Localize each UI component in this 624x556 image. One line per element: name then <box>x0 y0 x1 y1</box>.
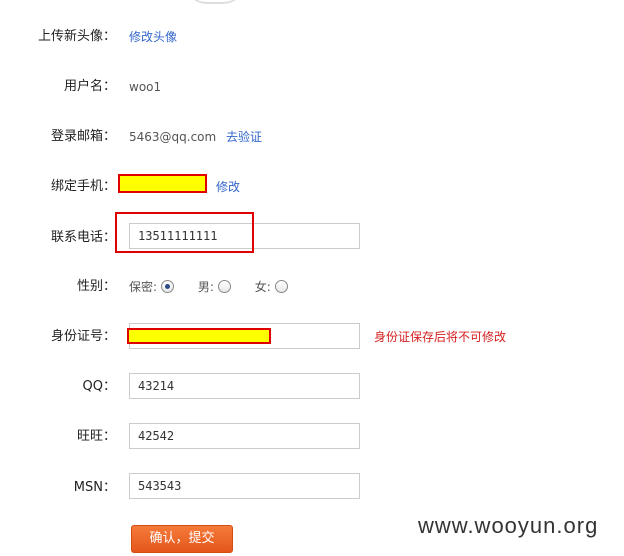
username-label: 用户名： <box>63 79 116 94</box>
gender-row: 性别： 保密: 男: 女: <box>0 277 624 297</box>
radio-selected-icon[interactable] <box>161 280 175 293</box>
avatar-image-edge <box>185 0 245 4</box>
wangwang-input[interactable]: 42542 <box>129 423 360 449</box>
gender-secret-label: 保密: <box>129 280 158 294</box>
watermark: www.wooyun.org <box>418 513 599 538</box>
wangwang-label: 旺旺： <box>76 429 116 444</box>
contact-phone-label: 联系电话： <box>50 230 116 245</box>
radio-icon[interactable] <box>274 280 288 293</box>
email-row: 登录邮箱： 5463@qq.com 去验证 <box>0 127 624 147</box>
gender-label: 性别： <box>76 279 116 294</box>
id-card-label: 身份证号： <box>50 329 116 344</box>
email-value: 5463@qq.com <box>129 130 217 144</box>
qq-label: QQ： <box>82 379 116 394</box>
radio-icon[interactable] <box>217 280 231 293</box>
id-card-redaction <box>127 328 271 344</box>
gender-option-female[interactable]: 女: <box>255 280 288 294</box>
gender-female-label: 女: <box>254 280 271 294</box>
bound-phone-label: 绑定手机： <box>50 179 116 194</box>
change-avatar-link[interactable]: 修改头像 <box>129 30 177 44</box>
gender-male-label: 男: <box>197 280 214 294</box>
submit-button[interactable]: 确认，提交 <box>131 525 233 553</box>
avatar-row: 上传新头像： 修改头像 <box>0 27 624 47</box>
bound-phone-redaction <box>118 174 207 193</box>
gender-option-secret[interactable]: 保密: <box>129 280 175 294</box>
avatar-label: 上传新头像： <box>37 29 116 44</box>
verify-email-link[interactable]: 去验证 <box>226 130 262 144</box>
qq-input[interactable]: 43214 <box>129 373 360 399</box>
contact-phone-highlight <box>115 212 254 253</box>
email-label: 登录邮箱： <box>50 129 116 144</box>
bound-phone-row: 绑定手机： 修改 <box>0 174 624 197</box>
gender-option-male[interactable]: 男: <box>198 280 231 294</box>
username-value: woo1 <box>129 80 162 94</box>
id-card-warning: 身份证保存后将不可修改 <box>374 330 507 344</box>
msn-label: MSN： <box>73 480 116 495</box>
username-row: 用户名： woo1 <box>0 77 624 97</box>
msn-input[interactable]: 543543 <box>129 473 360 499</box>
change-phone-link[interactable]: 修改 <box>216 177 240 197</box>
